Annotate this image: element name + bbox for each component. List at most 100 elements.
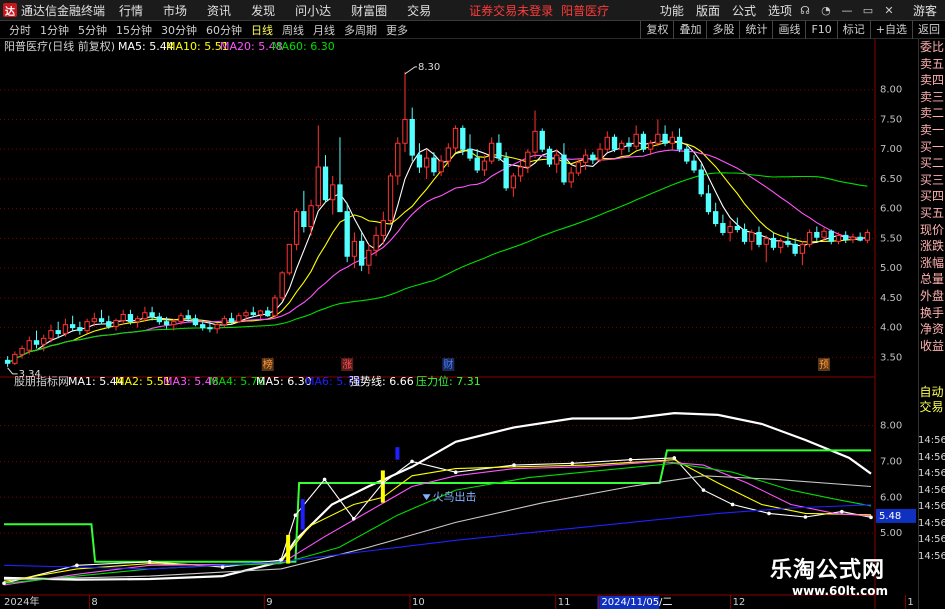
candle-body [265, 310, 271, 317]
candle-body [712, 211, 719, 225]
candle [221, 315, 228, 328]
guest-user[interactable]: 游客 [913, 2, 937, 19]
stats-button[interactable]: 统计 [739, 21, 772, 39]
side-label[interactable]: 买三 [919, 172, 945, 189]
back-button[interactable]: 返回 [912, 21, 945, 39]
close-icon[interactable]: ✕ [881, 2, 897, 18]
side-label[interactable]: 买一 [919, 139, 945, 156]
event-marker: 榜 [263, 358, 273, 371]
menu-news[interactable]: 资讯 [207, 2, 231, 19]
side-label[interactable]: 买二 [919, 155, 945, 172]
menu-ask[interactable]: 问小达 [295, 2, 331, 19]
menu-quotes[interactable]: 行情 [119, 2, 143, 19]
candle [366, 244, 372, 275]
period-multi[interactable]: 多周期 [344, 22, 377, 38]
candle-body [228, 318, 235, 323]
side-label[interactable]: 卖三 [919, 89, 945, 106]
period-monthly[interactable]: 月线 [313, 22, 335, 38]
side-label[interactable]: 买五 [919, 205, 945, 222]
low-annotation-arrow [7, 367, 18, 375]
menu-options[interactable]: 选项 [768, 2, 792, 19]
kline-chart[interactable]: 3.50 4.00 4.50 5.00 5.50 6.00 6.50 7.00 7.50 8.00… [0, 39, 918, 609]
period-timeshare[interactable]: 分时 [9, 22, 31, 38]
period-1min[interactable]: 1分钟 [40, 22, 69, 38]
side-trade[interactable]: 交易 [918, 400, 945, 415]
menu-discover[interactable]: 发现 [251, 2, 275, 19]
side-label[interactable]: 卖一 [919, 122, 945, 139]
side-label[interactable]: 现价 [919, 222, 945, 239]
side-label[interactable]: 收益 [919, 338, 945, 355]
watermark: 乐淘公式网 www.60lt.com [770, 552, 920, 598]
menu-wealth[interactable]: 财富圈 [351, 2, 387, 19]
overlay-button[interactable]: 叠加 [673, 21, 706, 39]
candle [33, 330, 40, 349]
multi-stock-button[interactable]: 多股 [706, 21, 739, 39]
draw-line-button[interactable]: 画线 [772, 21, 805, 39]
side-label[interactable]: 买四 [919, 188, 945, 205]
candle [633, 125, 639, 150]
side-label[interactable]: 涨幅 [919, 255, 945, 272]
side-label[interactable]: 涨跌 [919, 238, 945, 255]
candle-body [814, 231, 820, 238]
period-daily[interactable]: 日线 [251, 22, 273, 38]
candle [770, 232, 777, 251]
candle-body [749, 231, 755, 242]
period-more[interactable]: 更多 [386, 22, 408, 38]
period-weekly[interactable]: 周线 [282, 22, 304, 38]
minimize-icon[interactable]: — [839, 2, 855, 18]
candle-body [142, 312, 148, 320]
candle-body [156, 316, 163, 323]
candle-body [431, 157, 437, 173]
main-y-tick: 5.00 [880, 263, 902, 274]
side-auto[interactable]: 自动 [918, 385, 945, 400]
candle [279, 271, 285, 301]
mark-button[interactable]: 标记 [836, 21, 870, 39]
menu-function[interactable]: 功能 [660, 2, 684, 19]
login-notice[interactable]: 证券交易未登录 [469, 2, 553, 19]
menu-trade[interactable]: 交易 [407, 2, 431, 19]
side-label[interactable]: 委比 [919, 39, 945, 56]
main-chart-title: 阳普医疗(日线 前复权) [4, 39, 115, 53]
app-logo-icon: 达 [3, 3, 17, 18]
candle-body [84, 321, 90, 332]
candle-body [517, 166, 524, 177]
menu-formula[interactable]: 公式 [732, 2, 756, 19]
side-label[interactable]: 卖四 [919, 72, 945, 89]
indicator-dot [628, 457, 633, 462]
menu-layout[interactable]: 版面 [696, 2, 720, 19]
period-5min[interactable]: 5分钟 [78, 22, 107, 38]
candle-body [698, 169, 704, 195]
candle-body [770, 237, 777, 248]
side-label[interactable]: 换手 [919, 305, 945, 322]
ma10-line [7, 141, 868, 364]
side-label[interactable]: 卖五 [919, 56, 945, 73]
candle-body [134, 318, 141, 323]
candle [590, 152, 596, 165]
main-y-tick: 4.00 [880, 323, 902, 334]
add-watchlist-button[interactable]: +自选 [869, 21, 912, 39]
maximize-icon[interactable]: ▭ [860, 2, 876, 18]
side-label[interactable]: 卖二 [919, 105, 945, 122]
f10-button[interactable]: F10 [805, 21, 836, 39]
candle-body [358, 240, 365, 266]
side-label[interactable]: 外盘 [919, 288, 945, 305]
candle [582, 149, 589, 171]
side-label[interactable]: 净资 [919, 321, 945, 338]
period-60min[interactable]: 60分钟 [206, 22, 242, 38]
candle-body [48, 330, 54, 339]
current-stock-name: 阳普医疗 [561, 3, 610, 18]
candle [568, 167, 574, 188]
main-y-tick: 7.00 [880, 144, 902, 155]
period-15min[interactable]: 15分钟 [116, 22, 152, 38]
candle [12, 351, 18, 366]
headset-icon[interactable]: ☊ [797, 2, 813, 18]
indicator-dot [570, 461, 575, 466]
indicator-dot [803, 515, 808, 519]
adjust-button[interactable]: 复权 [640, 21, 673, 39]
menu-market[interactable]: 市场 [163, 2, 187, 19]
side-label[interactable]: 总量 [919, 271, 945, 288]
candle-body [445, 147, 452, 162]
bell-icon[interactable]: ◔ [818, 2, 834, 18]
candle-body [604, 136, 610, 150]
period-30min[interactable]: 30分钟 [161, 22, 197, 38]
